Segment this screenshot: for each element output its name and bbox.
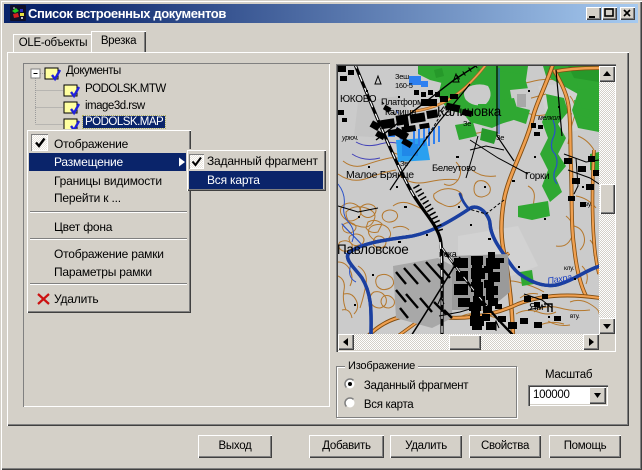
svg-text:Зе: Зе xyxy=(496,133,504,142)
svg-text:Калиновка: Калиновка xyxy=(437,104,502,119)
svg-text:Белеутово: Белеутово xyxy=(432,163,476,174)
svg-text:Горки: Горки xyxy=(525,171,549,182)
svg-text:Павловское: Павловское xyxy=(338,242,408,257)
svg-text:160-5: 160-5 xyxy=(395,81,413,90)
svg-text:иска: иска xyxy=(439,249,457,259)
svg-text:Малое Брянце: Малое Брянце xyxy=(346,169,414,181)
svg-text:Зе: Зе xyxy=(400,159,408,168)
svg-text:Платформа: Платформа xyxy=(381,97,428,107)
svg-text:ЮКОВО: ЮКОВО xyxy=(340,94,377,105)
svg-text:Калища: Калища xyxy=(385,107,416,117)
svg-text:вту.: вту. xyxy=(570,313,580,320)
svg-text:мелкол.: мелкол. xyxy=(538,115,562,122)
svg-text:Зе: Зе xyxy=(463,119,471,128)
svg-text:азу.: азу. xyxy=(582,201,592,208)
svg-text:клу.: клу. xyxy=(564,265,574,272)
svg-text:урюч.: урюч. xyxy=(341,135,359,142)
svg-text:Зеш: Зеш xyxy=(395,72,409,81)
svg-text:Ям: Ям xyxy=(529,301,543,313)
